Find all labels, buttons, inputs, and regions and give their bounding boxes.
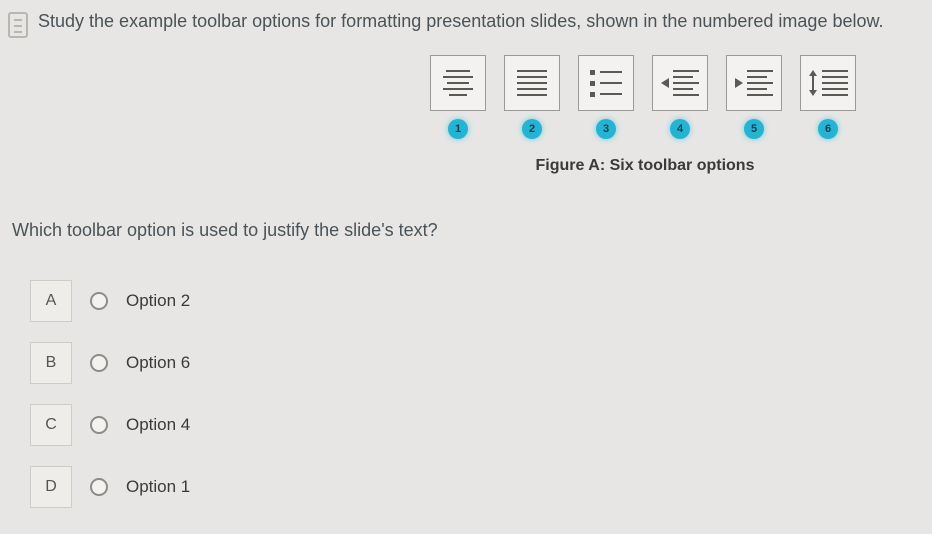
toolbar-option-5-increase-indent-icon [726, 55, 782, 111]
option-letter: C [30, 404, 72, 446]
figure-badge-5: 5 [744, 119, 764, 139]
option-label: Option 1 [126, 477, 190, 497]
figure-badge-2: 2 [522, 119, 542, 139]
radio-icon[interactable] [90, 292, 108, 310]
figure-a: 1 2 3 4 5 6 Figure A: Six toolbar option… [430, 55, 920, 175]
toolbar-option-2-justify-icon [504, 55, 560, 111]
figure-badge-6: 6 [818, 119, 838, 139]
option-letter: D [30, 466, 72, 508]
figure-badge-1: 1 [448, 119, 468, 139]
toolbar-option-3-bullets-icon [578, 55, 634, 111]
toolbar-option-4-decrease-indent-icon [652, 55, 708, 111]
toolbar-option-1-center-align-icon [430, 55, 486, 111]
figure-badge-4: 4 [670, 119, 690, 139]
radio-icon[interactable] [90, 478, 108, 496]
option-a-row[interactable]: A Option 2 [30, 280, 190, 322]
bookmark-icon [8, 12, 28, 38]
option-letter: A [30, 280, 72, 322]
radio-icon[interactable] [90, 416, 108, 434]
option-label: Option 2 [126, 291, 190, 311]
answer-options: A Option 2 B Option 6 C Option 4 D Optio… [30, 280, 190, 508]
figure-caption: Figure A: Six toolbar options [430, 157, 860, 175]
option-label: Option 6 [126, 353, 190, 373]
question-text: Which toolbar option is used to justify … [12, 220, 438, 241]
option-c-row[interactable]: C Option 4 [30, 404, 190, 446]
radio-icon[interactable] [90, 354, 108, 372]
toolbar-option-6-line-spacing-icon [800, 55, 856, 111]
option-letter: B [30, 342, 72, 384]
figure-badge-3: 3 [596, 119, 616, 139]
option-d-row[interactable]: D Option 1 [30, 466, 190, 508]
option-label: Option 4 [126, 415, 190, 435]
instruction-text: Study the example toolbar options for fo… [38, 10, 884, 33]
option-b-row[interactable]: B Option 6 [30, 342, 190, 384]
